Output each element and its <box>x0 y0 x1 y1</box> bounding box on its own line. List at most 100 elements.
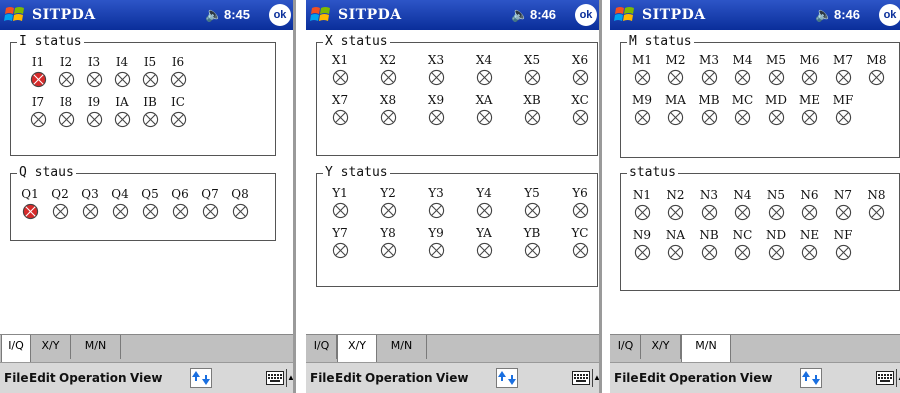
led-off-icon <box>572 202 589 219</box>
tab-xy[interactable]: X/Y <box>31 335 71 359</box>
io-label: N1 <box>632 188 652 202</box>
io-label: X5 <box>523 53 541 67</box>
tab-io[interactable]: I/Q <box>611 335 641 359</box>
tab-mn[interactable]: M/N <box>71 335 121 359</box>
windows-start-icon[interactable] <box>309 3 333 27</box>
io-point: Q3 <box>79 187 101 220</box>
io-point: ME <box>799 93 821 126</box>
arrows-icon[interactable] <box>800 368 822 388</box>
windows-start-icon[interactable] <box>613 3 637 27</box>
led-off-icon <box>734 204 751 221</box>
io-point: Y3 <box>425 186 447 219</box>
io-label: I7 <box>31 95 45 109</box>
io-label: NF <box>833 228 853 242</box>
menu-file[interactable]: File <box>614 371 639 385</box>
io-point: X6 <box>569 53 591 86</box>
keyboard-icon[interactable] <box>572 371 590 385</box>
tab-io[interactable]: I/Q <box>307 335 337 359</box>
tab-xy[interactable]: X/Y <box>641 335 681 359</box>
menu-operation[interactable]: Operation <box>59 371 127 385</box>
led-off-icon <box>380 202 397 219</box>
clock[interactable]: 8:45 <box>224 7 250 22</box>
io-label: ME <box>798 93 821 107</box>
sip-arrow-icon[interactable]: ▲ <box>286 369 293 387</box>
pda-screen-xy: SITPDA 🔈 8:46 ok X status X1 X2 X3 X4 X5 X6 X7 X8 X9 X… <box>306 0 602 393</box>
tab-io[interactable]: I/Q <box>1 335 31 362</box>
io-point: YA <box>473 226 495 259</box>
led-off-icon <box>476 242 493 259</box>
tab-mn[interactable]: M/N <box>377 335 427 359</box>
io-label: MD <box>765 93 787 107</box>
io-label: X1 <box>331 53 349 67</box>
io-point: M8 <box>866 53 888 86</box>
menu-edit[interactable]: Edit <box>29 371 56 385</box>
led-off-icon <box>734 244 751 261</box>
io-point: NB <box>698 228 720 261</box>
led-off-icon <box>114 111 131 128</box>
group-title: I status <box>17 34 84 50</box>
speaker-icon[interactable]: 🔈 <box>815 6 832 23</box>
led-off-icon <box>82 203 99 220</box>
led-off-icon <box>232 203 249 220</box>
menu-view[interactable]: View <box>436 371 468 385</box>
tab-bar: I/Q X/Y M/N <box>306 334 599 362</box>
io-point: NA <box>665 228 687 261</box>
menu-edit[interactable]: Edit <box>335 371 362 385</box>
menu-file[interactable]: File <box>310 371 335 385</box>
app-title: SITPDA <box>32 7 96 23</box>
ok-button[interactable]: ok <box>269 4 291 26</box>
menu-file[interactable]: File <box>4 371 29 385</box>
io-point: IC <box>167 95 189 128</box>
io-label: NB <box>699 228 719 242</box>
io-point: N9 <box>631 228 653 261</box>
ok-button[interactable]: ok <box>879 4 900 26</box>
speaker-icon[interactable]: 🔈 <box>511 6 528 23</box>
io-point: Q5 <box>139 187 161 220</box>
led-off-icon <box>768 204 785 221</box>
led-off-icon <box>801 244 818 261</box>
tab-xy[interactable]: X/Y <box>337 335 377 362</box>
io-label: I8 <box>59 95 73 109</box>
menu-view[interactable]: View <box>740 371 772 385</box>
menu-view[interactable]: View <box>130 371 162 385</box>
clock[interactable]: 8:46 <box>530 7 556 22</box>
io-label: NE <box>799 228 820 242</box>
led-off-icon <box>476 109 493 126</box>
io-point: Q8 <box>229 187 251 220</box>
keyboard-icon[interactable] <box>876 371 894 385</box>
clock[interactable]: 8:46 <box>834 7 860 22</box>
io-point: I8 <box>55 95 77 128</box>
ok-button[interactable]: ok <box>575 4 597 26</box>
io-point: Q7 <box>199 187 221 220</box>
menu-operation[interactable]: Operation <box>365 371 433 385</box>
io-label: I2 <box>59 55 73 69</box>
io-point: N3 <box>698 188 720 221</box>
windows-start-icon[interactable] <box>3 3 27 27</box>
io-point: M7 <box>832 53 854 86</box>
keyboard-icon[interactable] <box>266 371 284 385</box>
io-label: X9 <box>427 93 445 107</box>
io-label: Y9 <box>428 226 444 240</box>
io-point: Y8 <box>377 226 399 259</box>
led-off-icon <box>634 204 651 221</box>
arrows-icon[interactable] <box>190 368 212 388</box>
io-point: M2 <box>665 53 687 86</box>
menu-edit[interactable]: Edit <box>639 371 666 385</box>
menu-operation[interactable]: Operation <box>669 371 737 385</box>
led-off-icon <box>58 111 75 128</box>
title-bar: SITPDA 🔈 8:45 ok <box>0 0 293 30</box>
speaker-icon[interactable]: 🔈 <box>205 6 222 23</box>
tab-mn[interactable]: M/N <box>681 335 731 362</box>
io-label: I6 <box>171 55 185 69</box>
sip-arrow-icon[interactable]: ▲ <box>592 369 599 387</box>
sip-arrow-icon[interactable]: ▲ <box>896 369 900 387</box>
io-label: N4 <box>733 188 752 202</box>
led-off-icon <box>701 204 718 221</box>
led-off-icon <box>112 203 129 220</box>
io-point: Y1 <box>329 186 351 219</box>
app-title: SITPDA <box>642 7 706 23</box>
io-label: M9 <box>632 93 652 107</box>
arrows-icon[interactable] <box>496 368 518 388</box>
led-off-icon <box>332 202 349 219</box>
io-label: Q4 <box>111 187 129 201</box>
